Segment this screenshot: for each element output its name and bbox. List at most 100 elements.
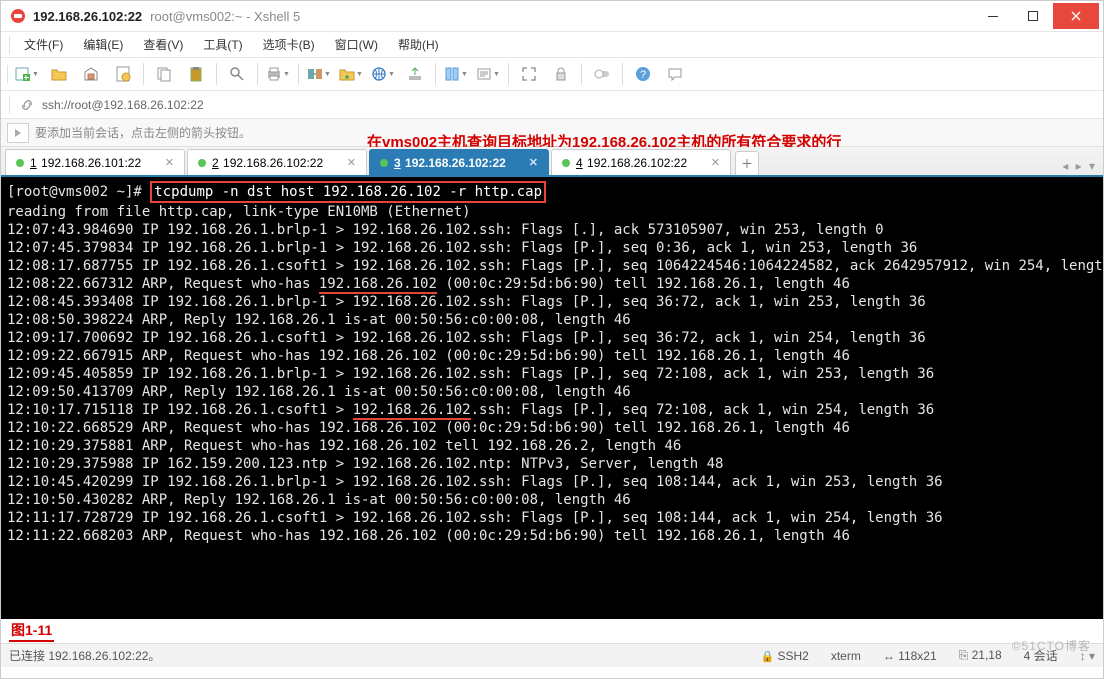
session-tab-3[interactable]: 3 192.168.26.102:22 ✕ bbox=[369, 149, 549, 175]
tab-hotkey: 2 bbox=[212, 156, 219, 170]
terminal-line: 12:10:17.715118 IP 192.168.26.1.csoft1 >… bbox=[7, 401, 1097, 419]
folder-icon[interactable]: ▼ bbox=[336, 60, 366, 88]
toolbar-separator bbox=[143, 63, 144, 85]
chat-icon[interactable] bbox=[660, 60, 690, 88]
address-text[interactable]: ssh://root@192.168.26.102:22 bbox=[42, 98, 1095, 112]
session-tab-2[interactable]: 2 192.168.26.102:22 ✕ bbox=[187, 149, 367, 175]
help-icon[interactable]: ? bbox=[628, 60, 658, 88]
tab-label: 192.168.26.101:22 bbox=[41, 156, 141, 170]
terminal-line: reading from file http.cap, link-type EN… bbox=[7, 203, 1097, 221]
globe-icon[interactable]: ▼ bbox=[368, 60, 398, 88]
window-title-sub: root@vms002:~ - Xshell 5 bbox=[150, 9, 300, 24]
status-bar: 已连接 192.168.26.102:22。 SSH2 xterm ↔ 118x… bbox=[1, 643, 1103, 667]
tab-label: 192.168.26.102:22 bbox=[223, 156, 323, 170]
terminal-line: 12:10:45.420299 IP 192.168.26.1.brlp-1 >… bbox=[7, 473, 1097, 491]
addr-grip bbox=[9, 96, 10, 114]
terminal-line: 12:09:45.405859 IP 192.168.26.1.brlp-1 >… bbox=[7, 365, 1097, 383]
toolbar-separator bbox=[622, 63, 623, 85]
tab-scroll-nav[interactable]: ◂ ▸ ▾ bbox=[1056, 159, 1103, 175]
close-button[interactable] bbox=[1053, 3, 1099, 29]
terminal-line: 12:11:22.668203 ARP, Request who-has 192… bbox=[7, 527, 1097, 545]
add-session-arrow-button[interactable] bbox=[7, 123, 29, 143]
tab-hotkey: 1 bbox=[30, 156, 37, 170]
tab-label: 192.168.26.102:22 bbox=[587, 156, 687, 170]
toolbar-separator bbox=[298, 63, 299, 85]
copy-icon[interactable] bbox=[149, 60, 179, 88]
menu-view[interactable]: 查看(V) bbox=[135, 34, 191, 55]
app-icon bbox=[9, 7, 27, 25]
save-icon[interactable] bbox=[76, 60, 106, 88]
info-bar: 要添加当前会话，点击左侧的箭头按钮。 bbox=[1, 119, 1103, 147]
status-protocol: SSH2 bbox=[761, 649, 809, 663]
open-icon[interactable] bbox=[44, 60, 74, 88]
toolbar-separator bbox=[216, 63, 217, 85]
menu-tabs[interactable]: 选项卡(B) bbox=[255, 34, 323, 55]
terminal-line: 12:07:45.379834 IP 192.168.26.1.brlp-1 >… bbox=[7, 239, 1097, 257]
terminal-line: 12:10:22.668529 ARP, Request who-has 192… bbox=[7, 419, 1097, 437]
status-position: ⎘ 21,18 bbox=[959, 648, 1002, 663]
close-tab-icon[interactable]: ✕ bbox=[711, 156, 720, 169]
watermark: ©51CTO博客 bbox=[1012, 637, 1091, 654]
menu-help[interactable]: 帮助(H) bbox=[390, 34, 447, 55]
upload-icon[interactable] bbox=[400, 60, 430, 88]
terminal-line: 12:08:22.667312 ARP, Request who-has 192… bbox=[7, 275, 1097, 293]
transfer-icon[interactable]: ▼ bbox=[304, 60, 334, 88]
status-connection: 已连接 192.168.26.102:22。 bbox=[9, 647, 160, 664]
toolbar-grip bbox=[7, 65, 8, 83]
history-icon[interactable]: ▼ bbox=[473, 60, 503, 88]
status-dot-connected bbox=[380, 159, 388, 167]
figure-label: 图1-11 bbox=[9, 620, 54, 642]
maximize-button[interactable] bbox=[1013, 3, 1053, 29]
terminal-line: 12:09:50.413709 ARP, Reply 192.168.26.1 … bbox=[7, 383, 1097, 401]
highlighted-ip: 192.168.26.102 bbox=[353, 402, 471, 420]
fullscreen-icon[interactable] bbox=[514, 60, 544, 88]
tab-strip: 1 192.168.26.101:22 ✕ 2 192.168.26.102:2… bbox=[1, 147, 1103, 177]
status-dot-connected bbox=[16, 159, 24, 167]
menu-tools[interactable]: 工具(T) bbox=[195, 34, 250, 55]
link-icon bbox=[20, 98, 34, 112]
new-session-icon[interactable]: ▼ bbox=[12, 60, 42, 88]
status-dot-connected bbox=[562, 159, 570, 167]
menu-window[interactable]: 窗口(W) bbox=[327, 34, 386, 55]
new-tab-button[interactable]: ＋ bbox=[735, 151, 759, 175]
tab-label: 192.168.26.102:22 bbox=[405, 156, 506, 170]
download-icon[interactable]: ▼ bbox=[441, 60, 471, 88]
status-term: xterm bbox=[831, 649, 861, 663]
search-icon[interactable] bbox=[222, 60, 252, 88]
menu-grip bbox=[9, 36, 10, 54]
terminal-line: 12:09:17.700692 IP 192.168.26.1.csoft1 >… bbox=[7, 329, 1097, 347]
lock-icon[interactable] bbox=[546, 60, 576, 88]
close-tab-icon[interactable]: ✕ bbox=[529, 156, 538, 169]
close-tab-icon[interactable]: ✕ bbox=[347, 156, 356, 169]
highlighted-command-box: tcpdump -n dst host 192.168.26.102 -r ht… bbox=[150, 181, 546, 203]
info-hint: 要添加当前会话，点击左侧的箭头按钮。 bbox=[35, 124, 251, 141]
highlighted-ip: 192.168.26.102 bbox=[319, 276, 437, 294]
figure-label-strip: 图1-11 bbox=[1, 619, 1103, 643]
paste-icon[interactable] bbox=[181, 60, 211, 88]
terminal-output[interactable]: [root@vms002 ~]# tcpdump -n dst host 192… bbox=[1, 177, 1103, 619]
close-tab-icon[interactable]: ✕ bbox=[165, 156, 174, 169]
window-title-main: 192.168.26.102:22 bbox=[33, 9, 142, 24]
session-tab-4[interactable]: 4 192.168.26.102:22 ✕ bbox=[551, 149, 731, 175]
toolbar: ▼ ▼ ▼ ▼ ▼ ▼ ▼ ? bbox=[1, 57, 1103, 91]
title-bar: 192.168.26.102:22 root@vms002:~ - Xshell… bbox=[1, 1, 1103, 31]
session-tab-1[interactable]: 1 192.168.26.101:22 ✕ bbox=[5, 149, 185, 175]
menu-file[interactable]: 文件(F) bbox=[16, 34, 71, 55]
terminal-line: 12:08:45.393408 IP 192.168.26.1.brlp-1 >… bbox=[7, 293, 1097, 311]
properties-icon[interactable] bbox=[108, 60, 138, 88]
terminal-prompt-line: [root@vms002 ~]# tcpdump -n dst host 192… bbox=[7, 181, 1097, 203]
menu-bar: 文件(F) 编辑(E) 查看(V) 工具(T) 选项卡(B) 窗口(W) 帮助(… bbox=[1, 31, 1103, 57]
terminal-line: 12:07:43.984690 IP 192.168.26.1.brlp-1 >… bbox=[7, 221, 1097, 239]
menu-edit[interactable]: 编辑(E) bbox=[75, 34, 131, 55]
terminal-line: 12:11:17.728729 IP 192.168.26.1.csoft1 >… bbox=[7, 509, 1097, 527]
print-icon[interactable]: ▼ bbox=[263, 60, 293, 88]
terminal-line: 12:09:22.667915 ARP, Request who-has 192… bbox=[7, 347, 1097, 365]
status-dot-connected bbox=[198, 159, 206, 167]
window-controls bbox=[973, 3, 1099, 29]
tab-hotkey: 3 bbox=[394, 156, 401, 170]
terminal-line: 12:10:29.375988 IP 162.159.200.123.ntp >… bbox=[7, 455, 1097, 473]
terminal-line: 12:10:29.375881 ARP, Request who-has 192… bbox=[7, 437, 1097, 455]
address-bar: ssh://root@192.168.26.102:22 bbox=[1, 91, 1103, 119]
toggle-icon[interactable] bbox=[587, 60, 617, 88]
minimize-button[interactable] bbox=[973, 3, 1013, 29]
